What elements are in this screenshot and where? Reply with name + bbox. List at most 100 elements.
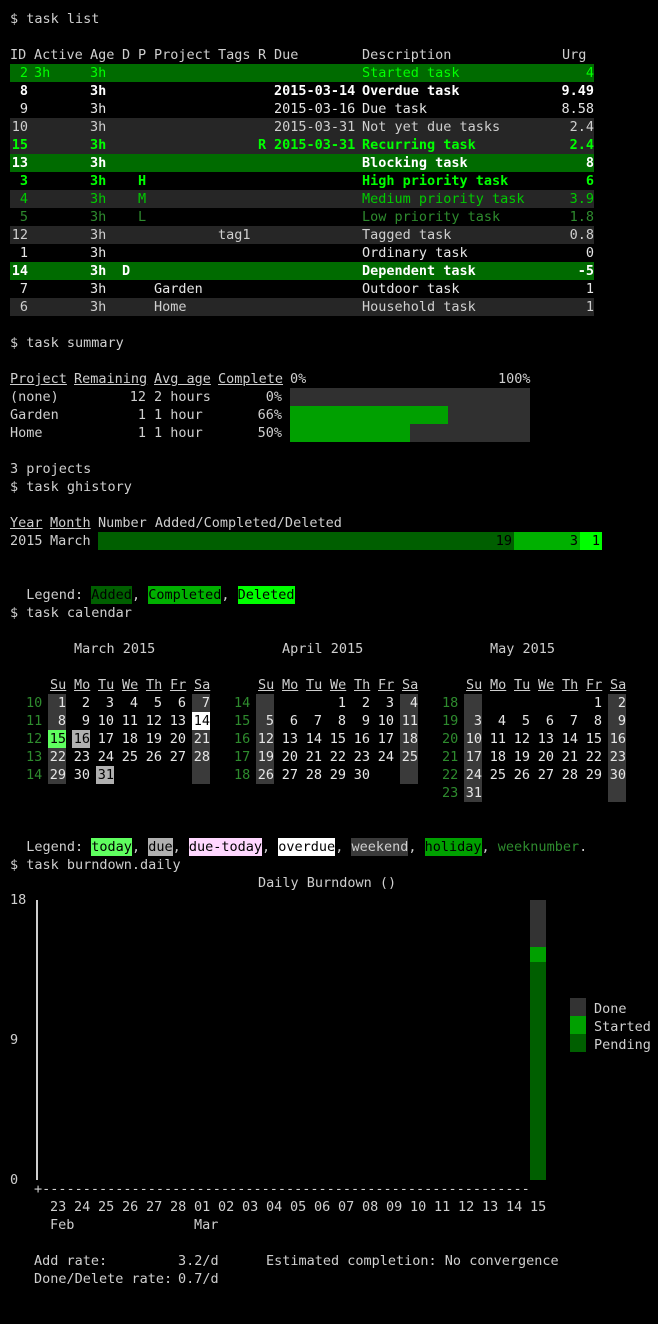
calendar-day[interactable]: 20 bbox=[536, 748, 554, 766]
calendar-day[interactable]: 16 bbox=[72, 730, 90, 748]
calendar-day[interactable]: 4 bbox=[120, 694, 138, 712]
calendar-day[interactable]: 7 bbox=[560, 712, 578, 730]
calendar-day[interactable]: 20 bbox=[280, 748, 298, 766]
calendar-day[interactable]: 28 bbox=[192, 748, 210, 766]
calendar-day[interactable]: 15 bbox=[584, 730, 602, 748]
calendar-day[interactable]: 21 bbox=[192, 730, 210, 748]
calendar-day[interactable]: 16 bbox=[608, 730, 626, 748]
calendar-day[interactable]: 26 bbox=[512, 766, 530, 784]
calendar-day[interactable]: 5 bbox=[144, 694, 162, 712]
calendar-day[interactable]: 31 bbox=[464, 784, 482, 802]
calendar-day[interactable] bbox=[512, 784, 530, 802]
calendar-day[interactable]: 5 bbox=[256, 712, 274, 730]
calendar-day[interactable] bbox=[400, 766, 418, 784]
calendar-day[interactable] bbox=[168, 766, 186, 784]
calendar-day[interactable] bbox=[608, 784, 626, 802]
calendar-day[interactable]: 1 bbox=[584, 694, 602, 712]
table-row[interactable]: 10 3h 2015-03-31 Not yet due tasks 2.4 bbox=[10, 118, 594, 136]
calendar-day[interactable]: 17 bbox=[96, 730, 114, 748]
calendar-day[interactable]: 13 bbox=[536, 730, 554, 748]
calendar-day[interactable]: 8 bbox=[328, 712, 346, 730]
calendar-day[interactable]: 11 bbox=[488, 730, 506, 748]
calendar-day[interactable]: 11 bbox=[120, 712, 138, 730]
calendar-day[interactable]: 3 bbox=[96, 694, 114, 712]
calendar-day[interactable]: 4 bbox=[488, 712, 506, 730]
calendar-day[interactable]: 3 bbox=[376, 694, 394, 712]
calendar-day[interactable]: 17 bbox=[376, 730, 394, 748]
calendar-day[interactable] bbox=[560, 784, 578, 802]
calendar-day[interactable]: 29 bbox=[48, 766, 66, 784]
calendar-day[interactable]: 5 bbox=[512, 712, 530, 730]
calendar-day[interactable]: 30 bbox=[352, 766, 370, 784]
calendar-day[interactable]: 15 bbox=[48, 730, 66, 748]
calendar-day[interactable]: 11 bbox=[400, 712, 418, 730]
calendar-day[interactable]: 12 bbox=[256, 730, 274, 748]
calendar-day[interactable]: 26 bbox=[256, 766, 274, 784]
calendar-day[interactable] bbox=[304, 694, 322, 712]
calendar-day[interactable]: 14 bbox=[304, 730, 322, 748]
calendar-day[interactable]: 2 bbox=[72, 694, 90, 712]
calendar-day[interactable]: 23 bbox=[72, 748, 90, 766]
calendar-day[interactable]: 3 bbox=[464, 712, 482, 730]
table-row[interactable]: 13 3h Blocking task 8 bbox=[10, 154, 594, 172]
calendar-day[interactable]: 28 bbox=[560, 766, 578, 784]
calendar-day[interactable]: 22 bbox=[584, 748, 602, 766]
calendar-day[interactable] bbox=[120, 766, 138, 784]
calendar-day[interactable]: 18 bbox=[400, 730, 418, 748]
calendar-day[interactable]: 17 bbox=[464, 748, 482, 766]
calendar-day[interactable]: 9 bbox=[72, 712, 90, 730]
table-row[interactable]: 3 3h H High priority task 6 bbox=[10, 172, 594, 190]
table-row[interactable]: 12 3h tag1 Tagged task 0.8 bbox=[10, 226, 594, 244]
calendar-day[interactable]: 19 bbox=[512, 748, 530, 766]
calendar-day[interactable] bbox=[512, 694, 530, 712]
calendar-day[interactable]: 20 bbox=[168, 730, 186, 748]
calendar-day[interactable]: 30 bbox=[608, 766, 626, 784]
calendar-day[interactable] bbox=[376, 766, 394, 784]
calendar-day[interactable]: 16 bbox=[352, 730, 370, 748]
calendar-day[interactable]: 27 bbox=[536, 766, 554, 784]
calendar-day[interactable] bbox=[584, 784, 602, 802]
calendar-day[interactable]: 30 bbox=[72, 766, 90, 784]
calendar-day[interactable] bbox=[536, 694, 554, 712]
calendar-day[interactable] bbox=[488, 694, 506, 712]
calendar-day[interactable]: 12 bbox=[144, 712, 162, 730]
calendar-day[interactable]: 25 bbox=[120, 748, 138, 766]
calendar-day[interactable]: 2 bbox=[352, 694, 370, 712]
calendar-day[interactable]: 19 bbox=[144, 730, 162, 748]
calendar-day[interactable]: 9 bbox=[608, 712, 626, 730]
calendar-day[interactable]: 19 bbox=[256, 748, 274, 766]
calendar-day[interactable]: 22 bbox=[48, 748, 66, 766]
calendar-day[interactable]: 9 bbox=[352, 712, 370, 730]
calendar-day[interactable]: 21 bbox=[560, 748, 578, 766]
calendar-day[interactable]: 13 bbox=[280, 730, 298, 748]
table-row[interactable]: 15 3h R 2015-03-31 Recurring task 2.4 bbox=[10, 136, 594, 154]
calendar-day[interactable]: 4 bbox=[400, 694, 418, 712]
calendar-day[interactable]: 29 bbox=[584, 766, 602, 784]
calendar-day[interactable]: 7 bbox=[192, 694, 210, 712]
calendar-day[interactable] bbox=[536, 784, 554, 802]
calendar-day[interactable]: 8 bbox=[584, 712, 602, 730]
calendar-day[interactable]: 21 bbox=[304, 748, 322, 766]
calendar-day[interactable]: 28 bbox=[304, 766, 322, 784]
calendar-day[interactable]: 14 bbox=[560, 730, 578, 748]
calendar-day[interactable]: 31 bbox=[96, 766, 114, 784]
table-row[interactable]: 5 3h L Low priority task 1.8 bbox=[10, 208, 594, 226]
calendar-day[interactable]: 24 bbox=[376, 748, 394, 766]
calendar-day[interactable] bbox=[488, 784, 506, 802]
calendar-day[interactable] bbox=[256, 694, 274, 712]
calendar-day[interactable] bbox=[144, 766, 162, 784]
calendar-day[interactable]: 15 bbox=[328, 730, 346, 748]
calendar-day[interactable]: 24 bbox=[464, 766, 482, 784]
table-row[interactable]: 14 3h D Dependent task -5 bbox=[10, 262, 594, 280]
calendar-day[interactable]: 22 bbox=[328, 748, 346, 766]
calendar-day[interactable]: 27 bbox=[168, 748, 186, 766]
calendar-day[interactable]: 18 bbox=[488, 748, 506, 766]
calendar-day[interactable]: 6 bbox=[280, 712, 298, 730]
calendar-day[interactable]: 10 bbox=[376, 712, 394, 730]
calendar-day[interactable]: 29 bbox=[328, 766, 346, 784]
calendar-day[interactable]: 23 bbox=[608, 748, 626, 766]
table-row[interactable]: 9 3h 2015-03-16 Due task 8.58 bbox=[10, 100, 594, 118]
calendar-day[interactable]: 13 bbox=[168, 712, 186, 730]
table-row[interactable]: 4 3h M Medium priority task 3.9 bbox=[10, 190, 594, 208]
calendar-day[interactable]: 25 bbox=[400, 748, 418, 766]
